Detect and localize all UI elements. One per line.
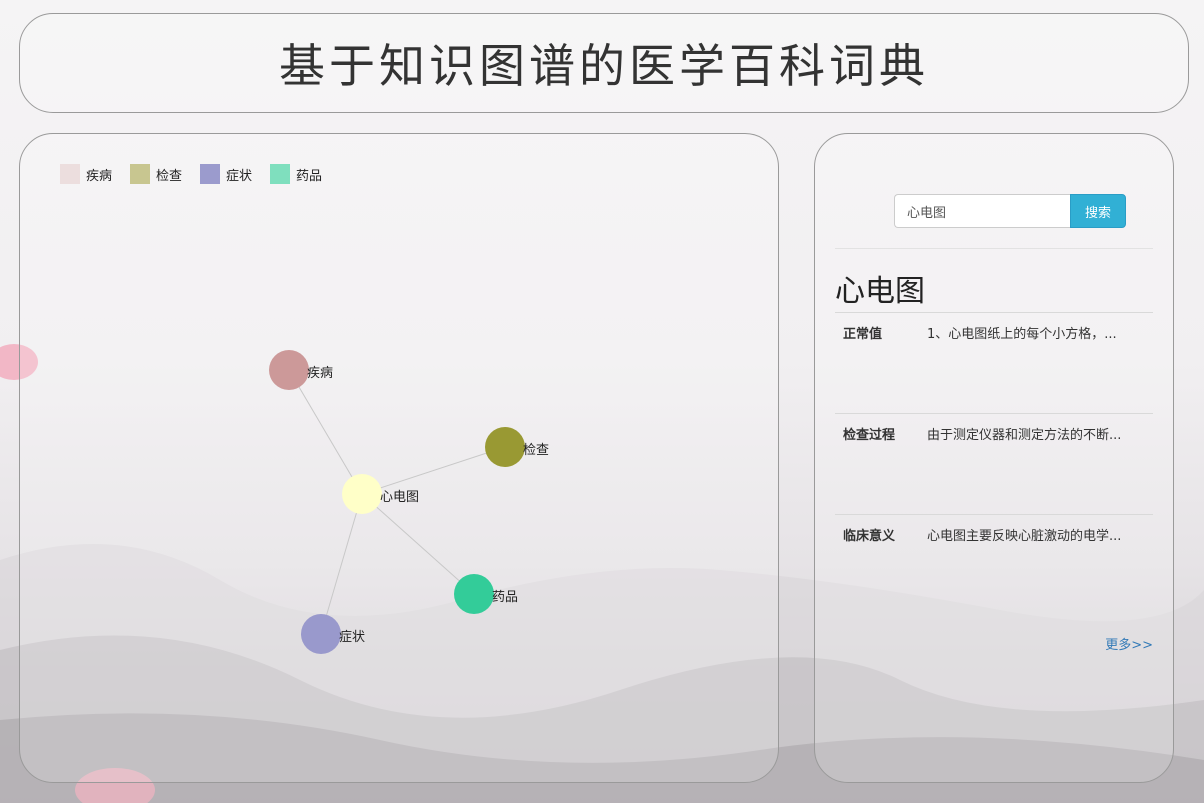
graph-node-label: 药品 — [492, 590, 518, 605]
graph-node-label: 症状 — [339, 630, 365, 645]
search-button[interactable]: 搜索 — [1070, 194, 1126, 228]
row-value: 由于测定仪器和测定方法的不断... — [927, 428, 1122, 443]
entity-title: 心电图 — [835, 274, 925, 309]
graph-edge — [288, 369, 363, 495]
graph-edge — [361, 446, 506, 495]
row-value: 心电图主要反映心脏激动的电学... — [927, 529, 1122, 544]
divider — [835, 248, 1153, 249]
graph-node-center[interactable] — [342, 474, 382, 514]
table-row: 正常值 1、心电图纸上的每个小方格，... — [835, 312, 1153, 413]
graph-panel: 疾病 检查 症状 药品 心电图 疾病检查药品症状 — [19, 133, 779, 783]
row-key: 临床意义 — [843, 529, 896, 544]
row-key: 检查过程 — [843, 428, 896, 443]
knowledge-graph[interactable]: 心电图 疾病检查药品症状 — [20, 134, 778, 782]
row-value: 1、心电图纸上的每个小方格，... — [927, 327, 1117, 342]
graph-edge — [320, 493, 363, 635]
table-row: 检查过程 由于测定仪器和测定方法的不断... — [835, 413, 1153, 514]
search-bar: 搜索 — [894, 194, 1126, 228]
row-key: 正常值 — [843, 327, 883, 342]
graph-node-label: 心电图 — [380, 490, 419, 505]
more-link[interactable]: 更多>> — [1105, 634, 1153, 653]
table-row: 临床意义 心电图主要反映心脏激动的电学... — [835, 514, 1153, 615]
graph-edge — [361, 493, 475, 595]
search-input[interactable] — [894, 194, 1070, 228]
graph-node-exam[interactable] — [485, 427, 525, 467]
graph-node-label: 检查 — [523, 443, 549, 458]
graph-node-drug[interactable] — [454, 574, 494, 614]
graph-node-disease[interactable] — [269, 350, 309, 390]
graph-node-label: 疾病 — [307, 366, 333, 381]
graph-node-symptom[interactable] — [301, 614, 341, 654]
page-title: 基于知识图谱的医学百科词典 — [279, 39, 929, 93]
info-panel: 搜索 心电图 正常值 1、心电图纸上的每个小方格，... 检查过程 由于测定仪器… — [814, 133, 1174, 783]
header-panel: 基于知识图谱的医学百科词典 — [19, 13, 1189, 113]
entity-info-table: 正常值 1、心电图纸上的每个小方格，... 检查过程 由于测定仪器和测定方法的不… — [835, 312, 1153, 615]
